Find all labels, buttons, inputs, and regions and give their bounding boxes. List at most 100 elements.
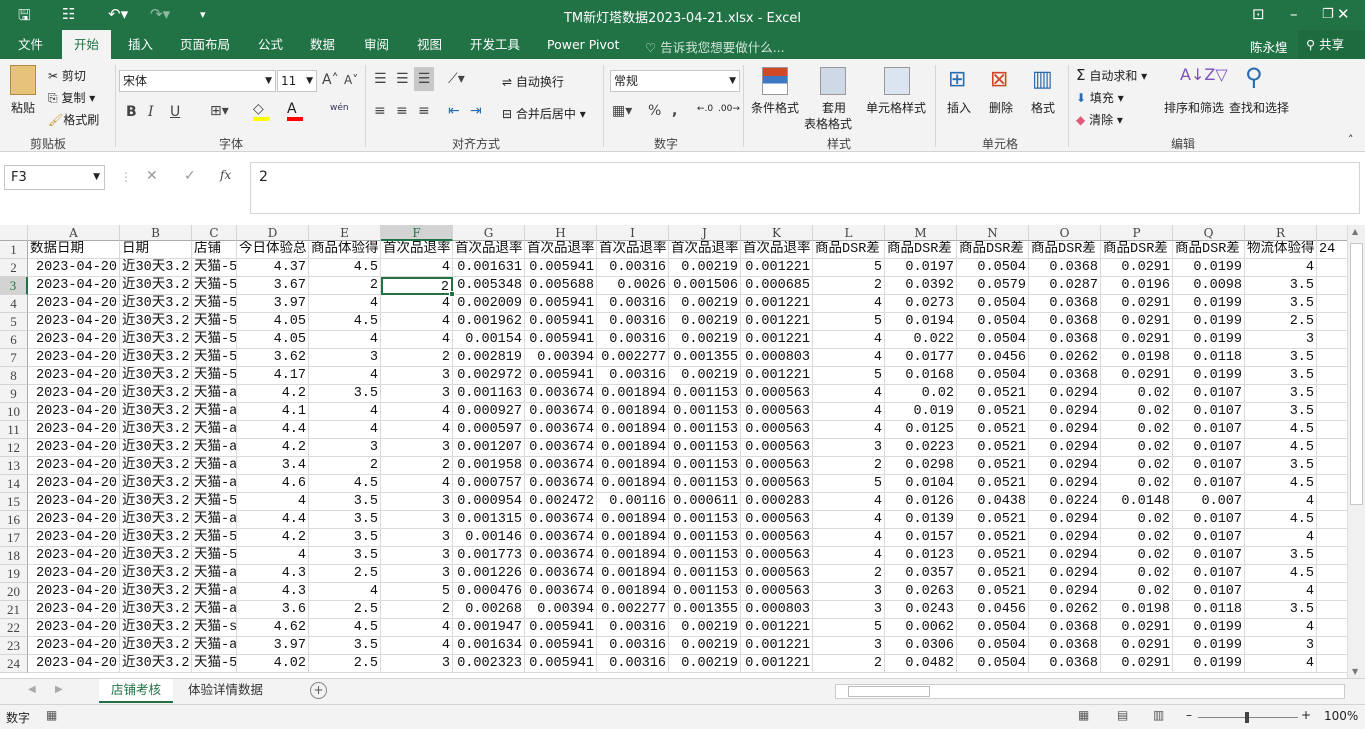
cell[interactable]: 4.5 xyxy=(309,619,381,637)
cell[interactable]: 3 xyxy=(1245,637,1317,655)
scrollbar-thumb[interactable] xyxy=(1350,243,1363,505)
cell[interactable]: 4.1 xyxy=(237,403,309,421)
cell[interactable]: 0.0521 xyxy=(957,439,1029,457)
cell[interactable]: 2 xyxy=(309,457,381,475)
increase-font-icon[interactable]: A˄ xyxy=(322,72,339,88)
cell[interactable]: 0.001221 xyxy=(741,259,813,277)
cell[interactable]: 4.5 xyxy=(1245,439,1317,457)
autosum-button[interactable]: Σ 自动求和 ▾ xyxy=(1076,66,1147,84)
cell[interactable]: 0.0199 xyxy=(1173,619,1245,637)
column-header[interactable]: F xyxy=(381,225,453,241)
cell[interactable]: 2023-04-20 xyxy=(28,277,120,295)
cell[interactable]: 天猫-a xyxy=(192,403,237,421)
cell[interactable]: 0.0368 xyxy=(1029,655,1101,673)
cell[interactable]: 4 xyxy=(309,367,381,385)
cell[interactable] xyxy=(1317,457,1347,475)
merge-center-button[interactable]: ⊟ 合并后居中 ▾ xyxy=(502,105,586,122)
cell[interactable]: 0.0243 xyxy=(885,601,957,619)
cell[interactable]: 0.005941 xyxy=(525,367,597,385)
cell[interactable]: 3.5 xyxy=(1245,349,1317,367)
cell[interactable]: 0.0521 xyxy=(957,583,1029,601)
ribbon-tab[interactable]: 公式 xyxy=(246,30,295,59)
zoom-out-icon[interactable]: – xyxy=(1186,708,1192,722)
cell[interactable]: 近30天3.2 xyxy=(120,655,192,673)
cell[interactable]: 0.002277 xyxy=(597,349,669,367)
cell[interactable]: 0.0294 xyxy=(1029,565,1101,583)
cell[interactable]: 天猫-5 xyxy=(192,655,237,673)
cell[interactable]: 0.001153 xyxy=(669,547,741,565)
align-center-icon[interactable]: ≡ xyxy=(396,103,408,119)
cell[interactable]: 3.6 xyxy=(237,601,309,619)
cell[interactable]: 2023-04-20 xyxy=(28,403,120,421)
cell[interactable]: 4 xyxy=(381,331,453,349)
cell[interactable]: 0.001153 xyxy=(669,529,741,547)
cell[interactable]: 3.5 xyxy=(1245,403,1317,421)
cell[interactable]: 3 xyxy=(381,547,453,565)
cell[interactable]: 0.001962 xyxy=(453,313,525,331)
cell[interactable]: 0.002972 xyxy=(453,367,525,385)
cell[interactable]: 3.5 xyxy=(309,637,381,655)
cell[interactable]: 2023-04-20 xyxy=(28,601,120,619)
cell[interactable] xyxy=(1317,511,1347,529)
cell[interactable]: 0.002819 xyxy=(453,349,525,367)
header-cell[interactable]: 今日体验总 xyxy=(237,241,309,259)
header-cell[interactable]: 首次品退率 xyxy=(453,241,525,259)
cell[interactable]: 0.0521 xyxy=(957,511,1029,529)
scroll-down-icon[interactable]: ▼ xyxy=(1352,667,1358,676)
cell[interactable]: 0.00116 xyxy=(597,493,669,511)
column-header[interactable]: R xyxy=(1245,225,1317,241)
cell[interactable]: 0.001153 xyxy=(669,511,741,529)
cell[interactable]: 0.001506 xyxy=(669,277,741,295)
cell[interactable]: 0.0197 xyxy=(885,259,957,277)
cell[interactable]: 天猫-5 xyxy=(192,331,237,349)
cell[interactable]: 0.0062 xyxy=(885,619,957,637)
cell[interactable]: 近30天3.2 xyxy=(120,331,192,349)
cell[interactable]: 2 xyxy=(813,277,885,295)
italic-button[interactable]: I xyxy=(148,104,154,120)
cell[interactable]: 0.001153 xyxy=(669,457,741,475)
cell[interactable]: 天猫-5 xyxy=(192,259,237,277)
cell[interactable]: 0.0107 xyxy=(1173,565,1245,583)
cell[interactable]: 3 xyxy=(1245,331,1317,349)
cell[interactable]: 0.0291 xyxy=(1101,313,1173,331)
cell[interactable]: 0.000563 xyxy=(741,583,813,601)
cell[interactable]: 近30天3.2 xyxy=(120,529,192,547)
cell[interactable]: 3.4 xyxy=(237,457,309,475)
align-left-icon[interactable]: ≡ xyxy=(374,103,386,119)
header-cell[interactable]: 首次品退率 xyxy=(381,241,453,259)
cell[interactable]: 0.0291 xyxy=(1101,637,1173,655)
ribbon-display-icon[interactable]: ⊡ xyxy=(1252,5,1265,23)
column-header[interactable]: D xyxy=(237,225,309,241)
page-layout-icon[interactable]: ▤ xyxy=(1117,708,1128,722)
cell[interactable]: 5 xyxy=(813,475,885,493)
cell[interactable]: 0.001355 xyxy=(669,349,741,367)
cell[interactable]: 0.003674 xyxy=(525,511,597,529)
cell[interactable]: 0.0148 xyxy=(1101,493,1173,511)
column-header[interactable]: J xyxy=(669,225,741,241)
cell[interactable]: 5 xyxy=(813,367,885,385)
cell[interactable]: 0.001153 xyxy=(669,403,741,421)
cell[interactable]: 0.0291 xyxy=(1101,619,1173,637)
cell[interactable]: 3 xyxy=(381,565,453,583)
cell-styles-button[interactable]: 单元格样式 xyxy=(866,99,926,116)
cell[interactable]: 0.00219 xyxy=(669,259,741,277)
cell[interactable]: 5 xyxy=(813,313,885,331)
ribbon-tab[interactable]: 页面布局 xyxy=(168,30,242,59)
row-header[interactable]: 16 xyxy=(0,511,28,529)
cell[interactable]: 2023-04-20 xyxy=(28,565,120,583)
row-header[interactable]: 9 xyxy=(0,385,28,403)
cell[interactable]: 0.0521 xyxy=(957,475,1029,493)
cell[interactable]: 4.2 xyxy=(237,385,309,403)
cell[interactable]: 0.0504 xyxy=(957,259,1029,277)
column-header[interactable]: A xyxy=(28,225,120,241)
cancel-icon[interactable]: ✕ xyxy=(146,168,158,184)
cell[interactable] xyxy=(1317,655,1347,673)
cell[interactable]: 天猫-5 xyxy=(192,349,237,367)
cell[interactable]: 天猫-5 xyxy=(192,313,237,331)
minimize-icon[interactable]: – xyxy=(1290,5,1298,23)
cell[interactable]: 3.5 xyxy=(1245,457,1317,475)
cell[interactable]: 4 xyxy=(309,295,381,313)
cell[interactable]: 2023-04-20 xyxy=(28,529,120,547)
cell[interactable]: 0.003674 xyxy=(525,403,597,421)
vertical-scrollbar[interactable]: ▲ ▼ xyxy=(1347,225,1365,680)
